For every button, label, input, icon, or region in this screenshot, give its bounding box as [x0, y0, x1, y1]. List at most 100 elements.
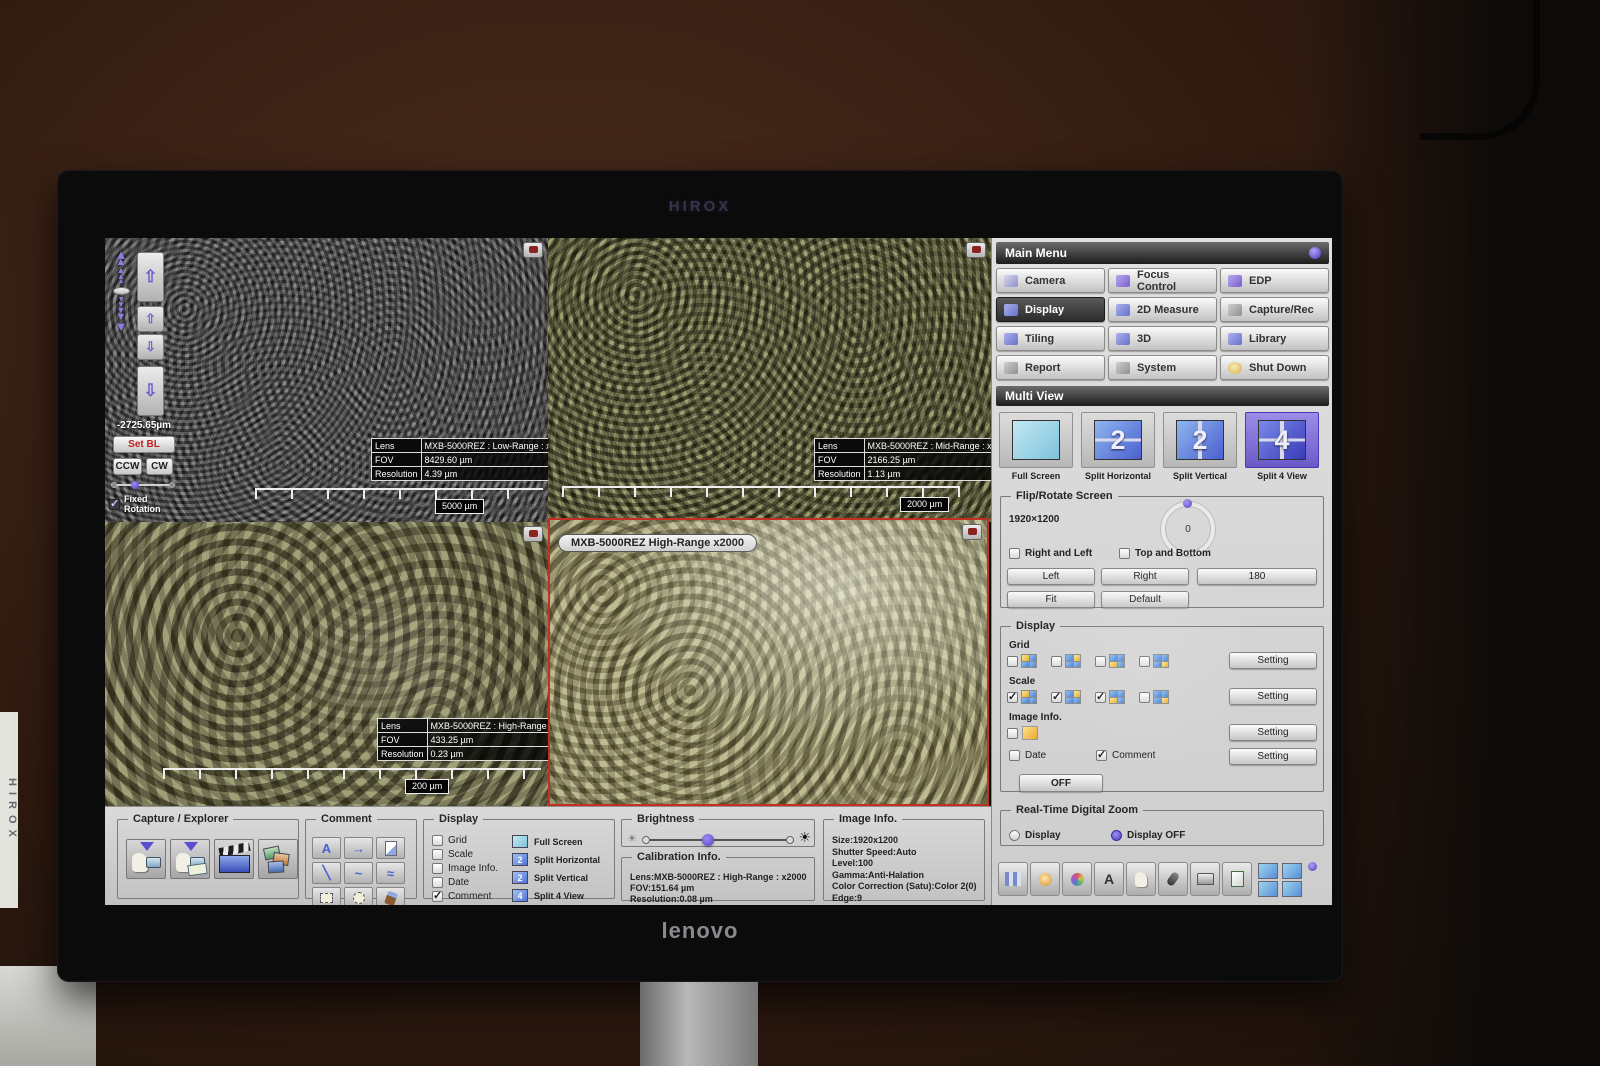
cw-button[interactable]: CW	[146, 458, 173, 475]
text-tool-button[interactable]: A	[1094, 862, 1124, 896]
comment-setting-button[interactable]: Setting	[1229, 748, 1317, 765]
display-radio[interactable]	[1009, 830, 1020, 841]
comment-note-button[interactable]	[376, 837, 405, 859]
menu-2d-measure-button[interactable]: 2D Measure	[1108, 297, 1217, 322]
digital-zoom-display-option[interactable]: Display	[1009, 830, 1061, 841]
camera-capture-icon[interactable]	[966, 242, 986, 258]
z-up-slow-button[interactable]: ⇧	[137, 306, 164, 332]
scale-checkbox[interactable]	[432, 849, 443, 860]
menu-system-button[interactable]: System	[1108, 355, 1217, 380]
z-down-fast-button[interactable]: ⇩	[137, 366, 164, 416]
slider-thumb[interactable]	[131, 481, 139, 489]
scale-quad3-toggle[interactable]: ✓	[1095, 690, 1125, 704]
globe-icon[interactable]	[1309, 247, 1321, 259]
scale-setting-button[interactable]: Setting	[1229, 688, 1317, 705]
rotate-180-button[interactable]: 180	[1197, 568, 1317, 585]
default-button[interactable]: Default	[1101, 591, 1189, 608]
menu-camera-button[interactable]: Camera	[996, 268, 1105, 293]
split-4-view-option[interactable]: 4Split 4 View	[512, 889, 600, 902]
camera-capture-icon[interactable]	[523, 526, 543, 542]
image-info-toggle[interactable]: Image Info.	[432, 863, 498, 874]
rotation-speed-slider[interactable]	[111, 481, 175, 489]
full-screen-button[interactable]	[999, 412, 1073, 468]
grid-quad4-toggle[interactable]	[1139, 654, 1169, 668]
ccw-button[interactable]: CCW	[113, 458, 142, 475]
triangle-down-icon[interactable]: ▼	[111, 322, 131, 331]
image-info-checkbox[interactable]	[432, 863, 443, 874]
scale-quad1-toggle[interactable]: ✓	[1007, 690, 1037, 704]
view-high-range-2000-selected[interactable]: MXB-5000REZ High-Range x2000	[548, 518, 989, 806]
menu-shut-down-button[interactable]: Shut Down	[1220, 355, 1329, 380]
comment-overlay-toggle[interactable]: ✓ Comment	[1096, 750, 1155, 761]
lamp-tool-button[interactable]	[1030, 862, 1060, 896]
scale-quad1-checkbox[interactable]: ✓	[1007, 692, 1018, 703]
thumbnail-grid-tool-button[interactable]	[998, 862, 1028, 896]
menu-focus-control-button[interactable]: Focus Control	[1108, 268, 1217, 293]
menu-3d-button[interactable]: 3D	[1108, 326, 1217, 351]
split-horizontal-button[interactable]: 2	[1081, 412, 1155, 468]
color-settings-tool-button[interactable]	[1062, 862, 1092, 896]
comment-signature-button[interactable]: ≈	[376, 862, 405, 884]
date-toggle[interactable]: Date	[432, 877, 498, 888]
rotate-left-button[interactable]: Left	[1007, 568, 1095, 585]
capture-save-button[interactable]	[170, 839, 210, 879]
monitor-preset-4-button[interactable]	[1282, 881, 1302, 897]
display-off-radio[interactable]	[1111, 830, 1122, 841]
image-info-setting-button[interactable]: Setting	[1229, 724, 1317, 741]
comment-rectangle-button[interactable]	[312, 887, 341, 905]
off-button[interactable]: OFF	[1019, 774, 1103, 792]
grid-quad2-toggle[interactable]	[1051, 654, 1081, 668]
file-export-tool-button[interactable]	[1222, 862, 1252, 896]
monitor-preset-2-button[interactable]	[1282, 863, 1302, 879]
z-slider[interactable]: ▲ ▲ ▲ ▲ ▲ ▼ ▼ ▼ ▼ ▼	[111, 250, 131, 331]
fixed-rotation-toggle[interactable]: ✓ Fixed Rotation	[109, 494, 179, 514]
comment-eraser-button[interactable]	[376, 887, 405, 905]
camera-capture-icon[interactable]	[523, 242, 543, 258]
monitor-preset-1-button[interactable]	[1258, 863, 1278, 879]
date-checkbox[interactable]	[432, 877, 443, 888]
z-down-slow-button[interactable]: ⇩	[137, 334, 164, 360]
grid-quad1-checkbox[interactable]	[1007, 656, 1018, 667]
grid-quad4-checkbox[interactable]	[1139, 656, 1150, 667]
print-tool-button[interactable]	[1190, 862, 1220, 896]
comment-checkbox[interactable]: ✓	[1096, 750, 1107, 761]
explorer-gallery-button[interactable]	[258, 839, 298, 879]
split-vertical-option[interactable]: 2Split Vertical	[512, 871, 600, 884]
comment-checkbox[interactable]: ✓	[432, 891, 443, 902]
grid-quad2-checkbox[interactable]	[1051, 656, 1062, 667]
digital-zoom-display-off-option[interactable]: Display OFF	[1111, 830, 1185, 841]
monitor-preset-3-button[interactable]	[1258, 881, 1278, 897]
scale-quad2-toggle[interactable]: ✓	[1051, 690, 1081, 704]
grid-toggle[interactable]: Grid	[432, 835, 498, 846]
flip-top-bottom-toggle[interactable]: Top and Bottom	[1119, 548, 1211, 559]
menu-tiling-button[interactable]: Tiling	[996, 326, 1105, 351]
z-slider-thumb[interactable]	[113, 287, 130, 295]
scale-quad4-checkbox[interactable]	[1139, 692, 1150, 703]
brightness-thumb[interactable]	[702, 834, 714, 846]
view-mid-range[interactable]: Lens MXB-5000REZ : Mid-Range : x140 FOV …	[548, 238, 991, 522]
right-left-checkbox[interactable]	[1009, 548, 1020, 559]
movie-record-button[interactable]	[214, 839, 254, 879]
date-overlay-toggle[interactable]: Date	[1009, 750, 1046, 761]
grid-quad3-toggle[interactable]	[1095, 654, 1125, 668]
fit-button[interactable]: Fit	[1007, 591, 1095, 608]
comment-text-button[interactable]: A	[312, 837, 341, 859]
menu-report-button[interactable]: Report	[996, 355, 1105, 380]
full-screen-option[interactable]: Full Screen	[512, 835, 600, 848]
capture-image-button[interactable]	[126, 839, 166, 879]
view-high-range-700[interactable]: Lens MXB-5000REZ : High-Range : x700 FOV…	[105, 522, 548, 806]
split-horizontal-option[interactable]: 2Split Horizontal	[512, 853, 600, 866]
rotate-right-button[interactable]: Right	[1101, 568, 1189, 585]
menu-library-button[interactable]: Library	[1220, 326, 1329, 351]
hand-control-tool-button[interactable]	[1126, 862, 1156, 896]
triangle-up-icon[interactable]: ▲	[111, 279, 131, 284]
comment-ellipse-button[interactable]	[344, 887, 373, 905]
comment-arrow-button[interactable]: →	[344, 837, 373, 859]
audio-record-tool-button[interactable]	[1158, 862, 1188, 896]
scale-quad3-checkbox[interactable]: ✓	[1095, 692, 1106, 703]
grid-quad3-checkbox[interactable]	[1095, 656, 1106, 667]
split-4-view-button[interactable]: 4	[1245, 412, 1319, 468]
comment-toggle[interactable]: ✓Comment	[432, 891, 498, 902]
grid-quad1-toggle[interactable]	[1007, 654, 1037, 668]
z-up-fast-button[interactable]: ⇧	[137, 252, 164, 302]
